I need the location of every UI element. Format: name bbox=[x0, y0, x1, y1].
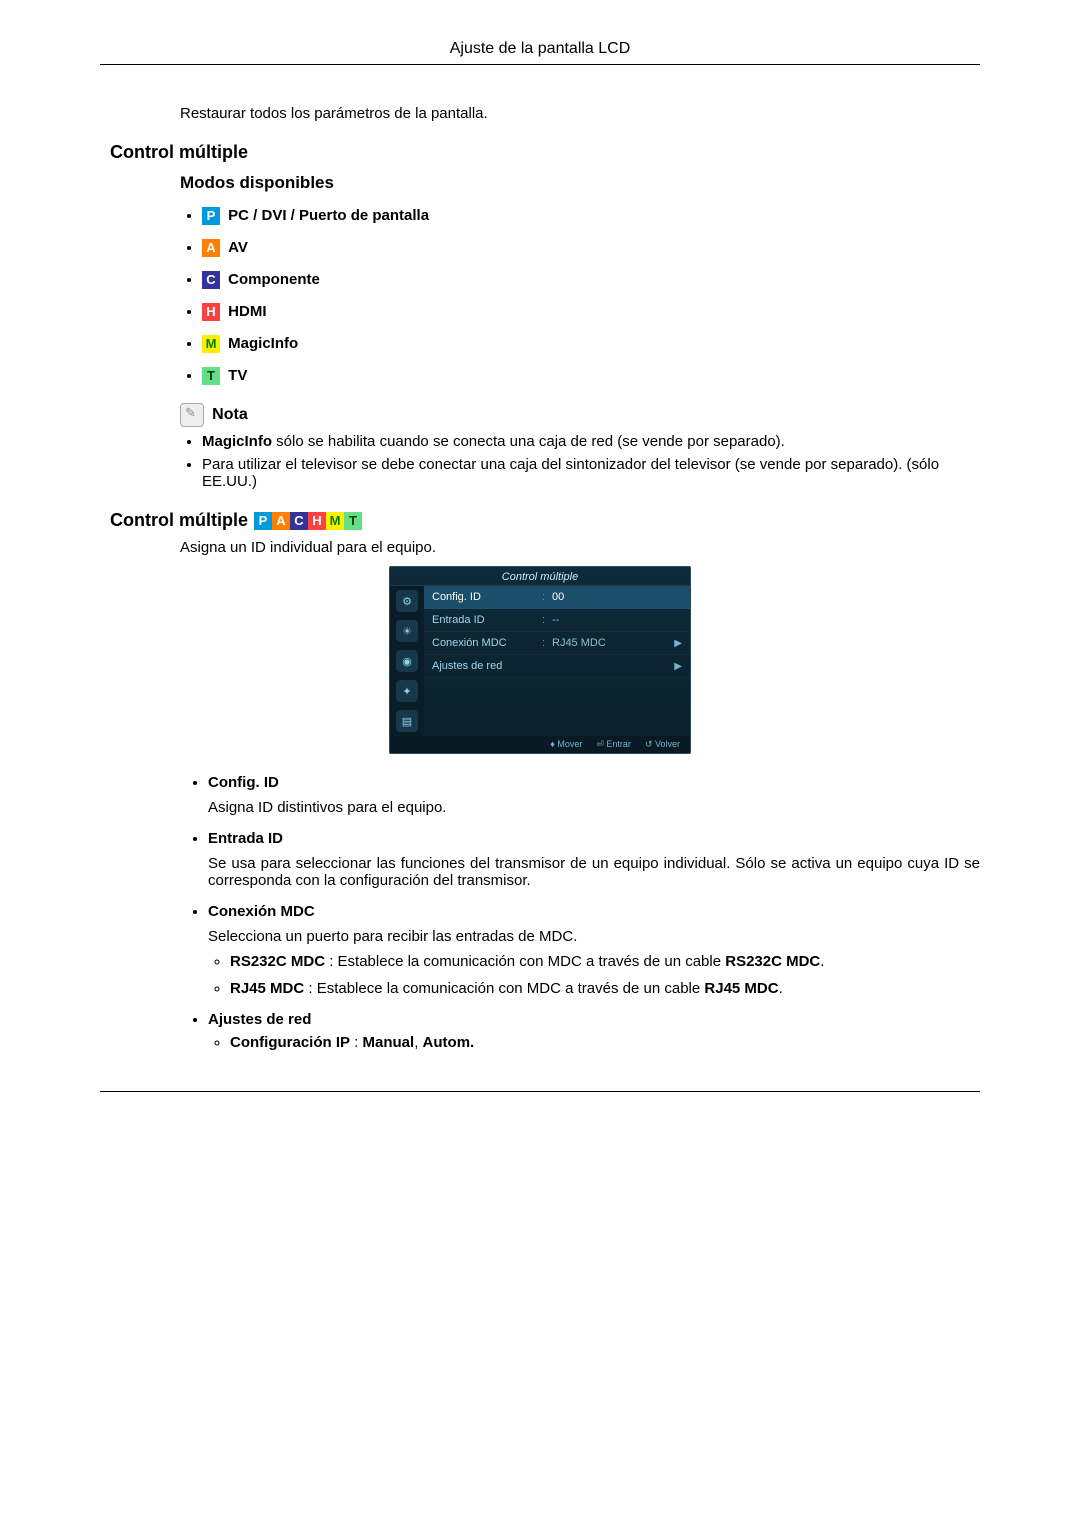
item-desc: Asigna ID distintivos para el equipo. bbox=[208, 799, 980, 816]
badge-t-icon: T bbox=[202, 367, 220, 385]
sub-value: Manual bbox=[363, 1034, 415, 1051]
sub-text: : Establece la comunicación con MDC a tr… bbox=[304, 980, 704, 997]
osd-row-sep: : bbox=[542, 614, 552, 626]
osd-side-icon: ▤ bbox=[396, 710, 418, 732]
mode-label: TV bbox=[228, 367, 247, 384]
mode-label: AV bbox=[228, 239, 248, 256]
osd-sidebar: ⚙ ☀ ◉ ✦ ▤ bbox=[390, 586, 424, 736]
note-item: Para utilizar el televisor se debe conec… bbox=[202, 456, 980, 490]
mode-item: T TV bbox=[202, 367, 980, 385]
note-item: MagicInfo sólo se habilita cuando se con… bbox=[202, 433, 980, 450]
mode-item: A AV bbox=[202, 239, 980, 257]
osd-row-value: 00 bbox=[552, 591, 682, 603]
notes-list: MagicInfo sólo se habilita cuando se con… bbox=[180, 433, 980, 490]
badge-c-icon: C bbox=[202, 271, 220, 289]
intro-text: Restaurar todos los parámetros de la pan… bbox=[180, 105, 980, 122]
sub-value: Autom. bbox=[423, 1034, 475, 1051]
section-control-multiple-heading: Control múltiple bbox=[110, 142, 980, 163]
osd-row-value: -- bbox=[552, 614, 682, 626]
badge-h-icon: H bbox=[202, 303, 220, 321]
footer-divider bbox=[100, 1091, 980, 1092]
osd-side-icon: ✦ bbox=[396, 680, 418, 702]
item-title: Conexión MDC bbox=[208, 903, 315, 920]
item-title: Config. ID bbox=[208, 774, 279, 791]
osd-row-label: Config. ID bbox=[432, 591, 542, 603]
modes-list: P PC / DVI / Puerto de pantalla A AV C C… bbox=[180, 207, 980, 385]
osd-row-label: Entrada ID bbox=[432, 614, 542, 626]
note-icon bbox=[180, 403, 204, 427]
config-item: Entrada ID Se usa para seleccionar las f… bbox=[208, 830, 980, 889]
osd-side-icon: ☀ bbox=[396, 620, 418, 642]
osd-row-value: RJ45 MDC bbox=[552, 637, 674, 649]
config-item: Conexión MDC Selecciona un puerto para r… bbox=[208, 903, 980, 997]
badge-c-icon: C bbox=[290, 512, 308, 530]
badge-m-icon: M bbox=[202, 335, 220, 353]
mdc-sub-item: RS232C MDC : Establece la comunicación c… bbox=[230, 953, 980, 970]
net-sublist: Configuración IP : Manual, Autom. bbox=[208, 1034, 980, 1051]
osd-move-hint: ♦ Mover bbox=[550, 739, 582, 750]
badge-t-icon: T bbox=[344, 512, 362, 530]
badge-a-icon: A bbox=[272, 512, 290, 530]
section-control-multiple-2-heading: Control múltiple bbox=[110, 510, 248, 531]
sub-tail: . bbox=[820, 953, 824, 970]
osd-rows: Config. ID : 00 Entrada ID : -- Conexión… bbox=[424, 586, 690, 736]
badge-p-icon: P bbox=[202, 207, 220, 225]
modes-heading: Modos disponibles bbox=[180, 173, 980, 193]
badge-m-icon: M bbox=[326, 512, 344, 530]
osd-row: Config. ID : 00 bbox=[424, 586, 690, 609]
item-desc: Se usa para seleccionar las funciones de… bbox=[208, 855, 980, 889]
header-divider bbox=[100, 64, 980, 65]
mode-label: HDMI bbox=[228, 303, 266, 320]
osd-enter-hint: ⏎ Entrar bbox=[596, 739, 631, 750]
mode-item: M MagicInfo bbox=[202, 335, 980, 353]
osd-menu-screenshot: Control múltiple ⚙ ☀ ◉ ✦ ▤ Config. ID : … bbox=[389, 566, 691, 754]
sub-bold: RJ45 MDC bbox=[704, 980, 778, 997]
note-label: Nota bbox=[212, 406, 248, 423]
mdc-sub-item: RJ45 MDC : Establece la comunicación con… bbox=[230, 980, 980, 997]
osd-row: Entrada ID : -- bbox=[424, 609, 690, 632]
section2-intro: Asigna un ID individual para el equipo. bbox=[180, 539, 980, 556]
item-desc: Selecciona un puerto para recibir las en… bbox=[208, 928, 980, 945]
osd-row: Conexión MDC : RJ45 MDC ▶ bbox=[424, 632, 690, 655]
sub-text: : Establece la comunicación con MDC a tr… bbox=[325, 953, 725, 970]
badge-a-icon: A bbox=[202, 239, 220, 257]
osd-title: Control múltiple bbox=[390, 567, 690, 586]
sub-tail: . bbox=[779, 980, 783, 997]
page-header-title: Ajuste de la pantalla LCD bbox=[100, 40, 980, 58]
config-item: Config. ID Asigna ID distintivos para el… bbox=[208, 774, 980, 816]
osd-row-sep: : bbox=[542, 591, 552, 603]
sub-text: : bbox=[350, 1034, 363, 1051]
osd-footer: ♦ Mover ⏎ Entrar ↺ Volver bbox=[390, 736, 690, 753]
osd-row-label: Ajustes de red bbox=[432, 660, 542, 672]
mode-item: P PC / DVI / Puerto de pantalla bbox=[202, 207, 980, 225]
badge-p-icon: P bbox=[254, 512, 272, 530]
net-sub-item: Configuración IP : Manual, Autom. bbox=[230, 1034, 980, 1051]
mdc-sublist: RS232C MDC : Establece la comunicación c… bbox=[208, 953, 980, 997]
sub-bold: RS232C MDC bbox=[230, 953, 325, 970]
osd-side-icon: ◉ bbox=[396, 650, 418, 672]
osd-row-label: Conexión MDC bbox=[432, 637, 542, 649]
item-title: Entrada ID bbox=[208, 830, 283, 847]
sub-bold: RJ45 MDC bbox=[230, 980, 304, 997]
mode-label: Componente bbox=[228, 271, 320, 288]
sub-bold: Configuración IP bbox=[230, 1034, 350, 1051]
chevron-right-icon: ▶ bbox=[674, 661, 682, 672]
sub-bold: RS232C MDC bbox=[725, 953, 820, 970]
mode-item: C Componente bbox=[202, 271, 980, 289]
mode-label: MagicInfo bbox=[228, 335, 298, 352]
osd-row: Ajustes de red ▶ bbox=[424, 655, 690, 678]
osd-side-icon: ⚙ bbox=[396, 590, 418, 612]
mode-label: PC / DVI / Puerto de pantalla bbox=[228, 207, 429, 224]
config-item: Ajustes de red Configuración IP : Manual… bbox=[208, 1011, 980, 1051]
badge-strip: PACHMT bbox=[254, 512, 362, 530]
config-items-list: Config. ID Asigna ID distintivos para el… bbox=[180, 774, 980, 1051]
osd-row-sep: : bbox=[542, 637, 552, 649]
mode-item: H HDMI bbox=[202, 303, 980, 321]
chevron-right-icon: ▶ bbox=[674, 638, 682, 649]
osd-return-hint: ↺ Volver bbox=[645, 739, 680, 750]
sub-sep: , bbox=[414, 1034, 422, 1051]
badge-h-icon: H bbox=[308, 512, 326, 530]
item-title: Ajustes de red bbox=[208, 1011, 311, 1028]
